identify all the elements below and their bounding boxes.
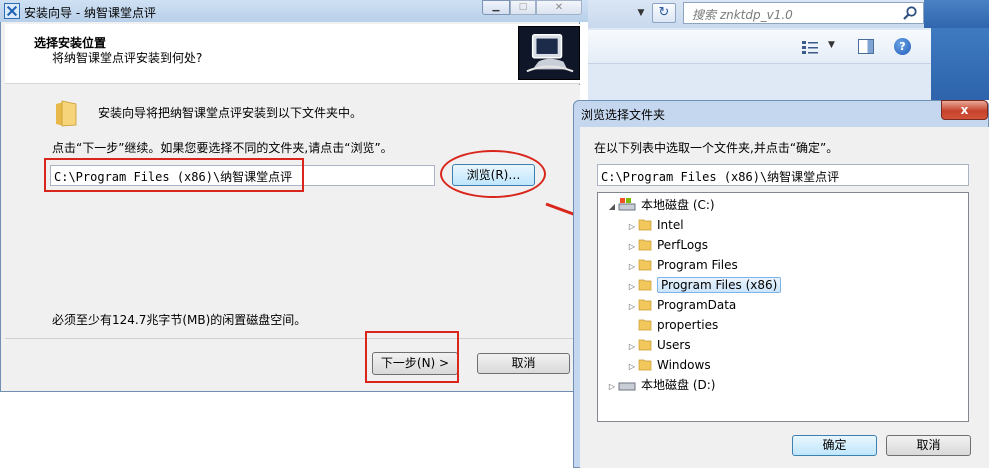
collapsed-arrow-icon[interactable]: ▷ <box>626 258 638 276</box>
collapsed-arrow-icon[interactable]: ▷ <box>626 238 638 256</box>
collapsed-arrow-icon[interactable]: ▷ <box>626 358 638 376</box>
tree-item-properties[interactable]: properties <box>626 316 718 334</box>
disk-space-note: 必须至少有124.7兆字节(MB)的闲置磁盘空间。 <box>52 313 307 327</box>
tree-label: PerfLogs <box>657 238 709 252</box>
tree-item-program-files[interactable]: ▷ Program Files <box>626 256 738 274</box>
maximize-button[interactable]: □ <box>510 0 536 15</box>
folder-tree[interactable]: ◢ 本地磁盘 (C:) ▷ Intel ▷ PerfLogs ▷ Program Fil… <box>597 192 969 422</box>
tree-label-drive-c: 本地磁盘 (C:) <box>641 198 715 212</box>
folder-icon <box>638 299 652 311</box>
tree-item-drive-d[interactable]: ▷ 本地磁盘 (D:) <box>606 376 716 396</box>
close-button[interactable]: ✕ <box>536 0 582 15</box>
installer-body <box>5 85 580 340</box>
tree-item-program-files-x86[interactable]: ▷ Program Files (x86) <box>626 276 782 296</box>
annotation-box-path <box>44 158 304 192</box>
tree-item-programdata[interactable]: ▷ ProgramData <box>626 296 736 314</box>
tree-item-windows[interactable]: ▷ Windows <box>626 356 711 374</box>
view-dropdown-icon[interactable]: ▼ <box>828 40 835 50</box>
tree-label: Users <box>657 338 691 352</box>
drive-icon <box>618 382 636 391</box>
folder-icon <box>638 279 652 291</box>
tree-label: Intel <box>657 218 684 232</box>
installer-app-icon <box>4 3 20 19</box>
tree-label: Windows <box>657 358 711 372</box>
collapsed-arrow-icon[interactable]: ▷ <box>606 378 618 396</box>
folder-icon <box>638 259 652 271</box>
expanded-arrow-icon[interactable]: ◢ <box>606 198 618 216</box>
preview-pane-icon[interactable] <box>858 39 874 54</box>
folder-icon <box>638 359 652 371</box>
explorer-toolbar <box>588 30 931 64</box>
intro-text: 安装向导将把纳智课堂点评安装到以下文件夹中。 <box>98 106 363 120</box>
browse-close-button[interactable]: x <box>941 100 988 120</box>
tree-label-drive-d: 本地磁盘 (D:) <box>641 378 716 392</box>
installer-title: 安装向导 - 纳智课堂点评 <box>24 6 156 20</box>
folder-icon <box>638 319 652 331</box>
drive-icon <box>618 198 636 211</box>
collapsed-arrow-icon[interactable]: ▷ <box>626 298 638 316</box>
tree-label: Program Files <box>657 258 738 272</box>
view-options-icon[interactable] <box>802 40 818 54</box>
ok-button[interactable]: 确定 <box>792 435 877 456</box>
collapsed-arrow-icon[interactable]: ▷ <box>626 218 638 236</box>
divider <box>5 338 580 339</box>
browse-dialog-title: 浏览选择文件夹 <box>581 108 666 122</box>
collapsed-arrow-icon[interactable]: ▷ <box>626 338 638 356</box>
page-subtitle: 将纳智课堂点评安装到何处? <box>52 51 203 65</box>
folder-icon <box>638 339 652 351</box>
tree-item-intel[interactable]: ▷ Intel <box>626 216 684 234</box>
folder-icon <box>56 100 77 127</box>
browse-path-input[interactable]: C:\Program Files (x86)\纳智课堂点评 <box>597 164 969 186</box>
help-icon[interactable]: ? <box>894 38 911 55</box>
browse-instruction: 在以下列表中选取一个文件夹,并点击“确定”。 <box>594 141 839 155</box>
minimize-button[interactable]: ▁ <box>482 0 510 15</box>
search-placeholder: 搜索 znktdp_v1.0 <box>692 8 793 22</box>
cancel-button[interactable]: 取消 <box>477 353 570 374</box>
refresh-icon[interactable]: ↻ <box>652 3 676 23</box>
instruction-text: 点击“下一步”继续。如果您要选择不同的文件夹,请点击“浏览”。 <box>52 141 393 155</box>
explorer-frame-right <box>931 28 989 100</box>
annotation-box-next <box>365 331 459 383</box>
tree-label-selected: Program Files (x86) <box>657 277 782 293</box>
folder-icon <box>638 239 652 251</box>
tree-label: properties <box>657 318 719 332</box>
browse-cancel-button[interactable]: 取消 <box>886 435 971 456</box>
explorer-frame-edge <box>924 0 989 28</box>
tree-label: ProgramData <box>657 298 737 312</box>
tree-item-perflogs[interactable]: ▷ PerfLogs <box>626 236 708 254</box>
annotation-oval-browse <box>440 150 546 198</box>
chevron-down-icon[interactable]: ▼ <box>632 4 650 22</box>
collapsed-arrow-icon[interactable]: ▷ <box>626 278 638 296</box>
installer-logo-icon <box>518 26 580 80</box>
search-icon[interactable] <box>902 5 918 21</box>
tree-item-drive-c[interactable]: ◢ 本地磁盘 (C:) <box>606 196 715 214</box>
tree-item-users[interactable]: ▷ Users <box>626 336 691 354</box>
folder-icon <box>638 219 652 231</box>
